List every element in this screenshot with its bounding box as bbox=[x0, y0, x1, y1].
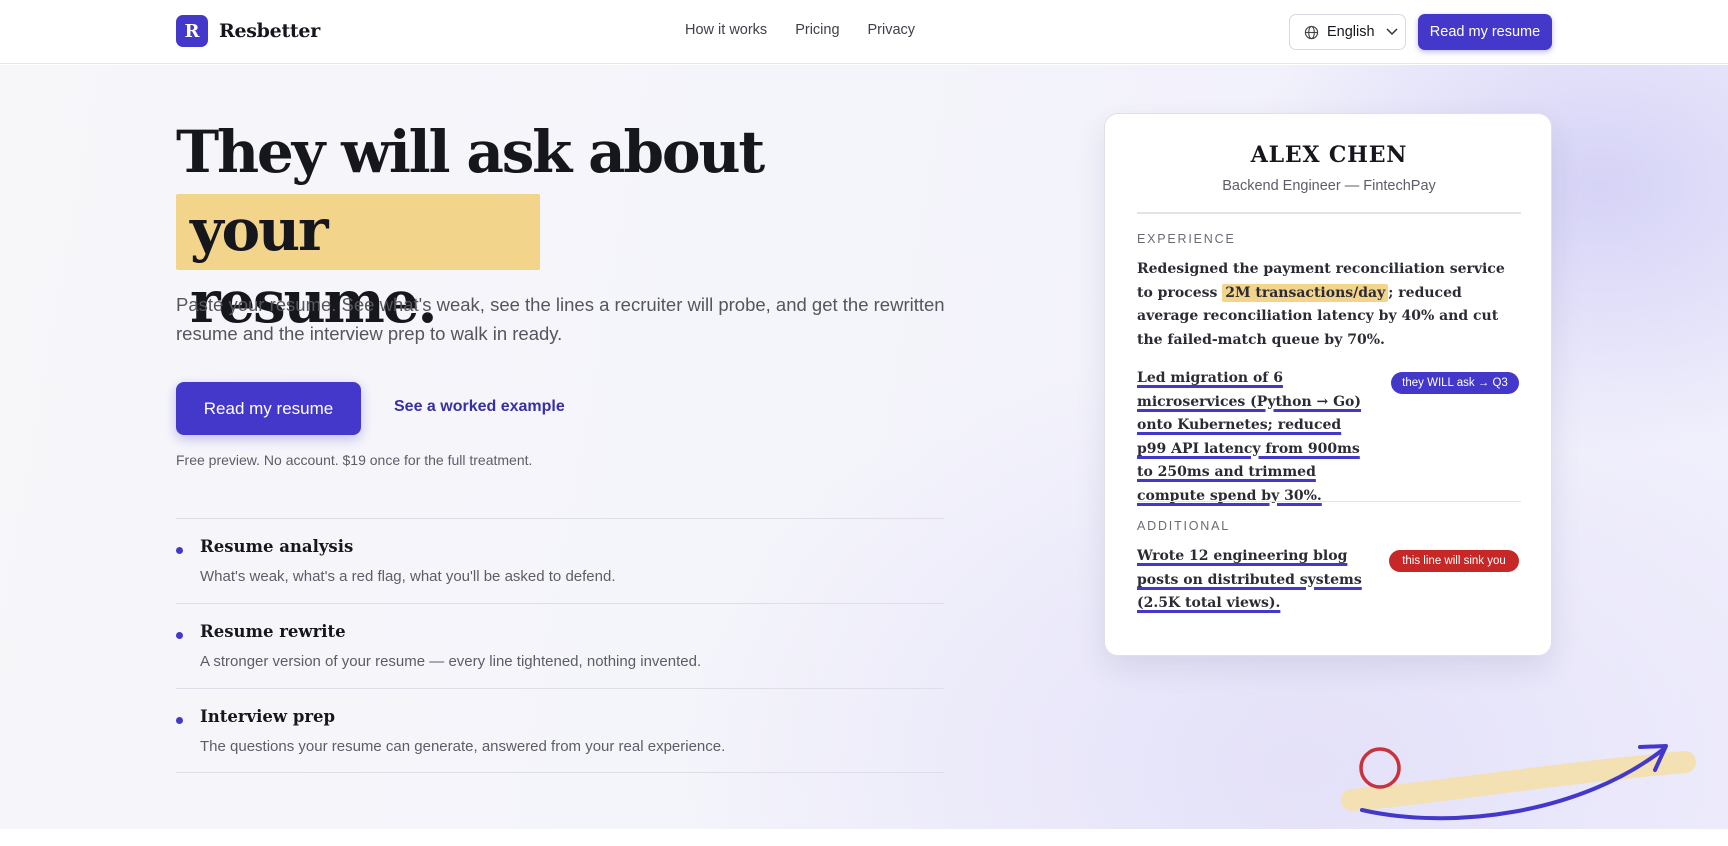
resume-preview-card: ALEX CHEN Backend Engineer — FintechPay … bbox=[1104, 113, 1552, 656]
nav-link-privacy[interactable]: Privacy bbox=[868, 22, 916, 38]
top-nav: R Resbetter How it works Pricing Privacy… bbox=[0, 0, 1728, 64]
section-heading-additional: ADDITIONAL bbox=[1137, 519, 1231, 533]
resume-bullet-migration: Led migration of 6 microservices (Python… bbox=[1137, 367, 1373, 508]
warning-tag: this line will sink you bbox=[1389, 550, 1519, 572]
feature-description: A stronger version of your resume — ever… bbox=[200, 653, 702, 670]
section-heading-experience: EXPERIENCE bbox=[1137, 232, 1236, 246]
bullet-dot-icon bbox=[176, 717, 183, 724]
resume-name: ALEX CHEN bbox=[1250, 142, 1408, 168]
globe-icon bbox=[1304, 25, 1319, 40]
nav-link-how-it-works[interactable]: How it works bbox=[685, 22, 767, 38]
resume-bullet-reconciliation: Redesigned the payment reconciliation se… bbox=[1137, 258, 1523, 352]
feature-description: What's weak, what's a red flag, what you… bbox=[200, 568, 616, 585]
language-label: English bbox=[1327, 24, 1375, 40]
hero-headline-line1: They will ask about bbox=[176, 118, 765, 186]
nav-links: How it works Pricing Privacy bbox=[685, 22, 915, 38]
bullet-dot-icon bbox=[176, 632, 183, 639]
scribble-arrow-decoration bbox=[1341, 744, 1696, 821]
brand-name: Resbetter bbox=[219, 20, 320, 42]
nav-read-resume-button[interactable]: Read my resume bbox=[1418, 14, 1552, 50]
brand-logo[interactable]: R Resbetter bbox=[176, 15, 320, 47]
underlined-line: Wrote 12 engineering blog posts on distr… bbox=[1137, 548, 1362, 611]
feature-item: Resume analysis What's weak, what's a re… bbox=[176, 518, 944, 603]
pricing-fine-print: Free preview. No account. $19 once for t… bbox=[176, 452, 533, 468]
language-select[interactable]: English bbox=[1289, 14, 1406, 50]
feature-title: Resume analysis bbox=[200, 537, 354, 556]
feature-title: Interview prep bbox=[200, 707, 336, 726]
highlighted-metric: 2M transactions/day bbox=[1222, 283, 1389, 302]
feature-description: The questions your resume can generate, … bbox=[200, 738, 726, 755]
feature-list: Resume analysis What's weak, what's a re… bbox=[176, 518, 944, 773]
divider bbox=[1137, 212, 1521, 214]
underlined-line: Led migration of 6 microservices (Python… bbox=[1137, 370, 1362, 504]
feature-item: Resume rewrite A stronger version of you… bbox=[176, 603, 944, 688]
brand-mark-icon: R bbox=[176, 15, 208, 47]
hero-headline-highlight: your resume. bbox=[176, 194, 540, 336]
hero-bottom-edge bbox=[0, 829, 1728, 846]
read-resume-button[interactable]: Read my resume bbox=[176, 382, 361, 435]
feature-title: Resume rewrite bbox=[200, 622, 346, 641]
divider bbox=[1137, 501, 1521, 502]
feature-item: Interview prep The questions your resume… bbox=[176, 688, 944, 773]
resume-bullet-blog: Wrote 12 engineering blog posts on distr… bbox=[1137, 545, 1367, 616]
probe-tag: they WILL ask → Q3 bbox=[1391, 372, 1519, 394]
worked-example-link[interactable]: See a worked example bbox=[394, 398, 565, 416]
hero-lead: Paste your resume. See what's weak, see … bbox=[176, 294, 945, 344]
chevron-down-icon bbox=[1386, 28, 1398, 36]
resume-role: Backend Engineer — FintechPay bbox=[1222, 178, 1436, 194]
bullet-dot-icon bbox=[176, 547, 183, 554]
nav-link-pricing[interactable]: Pricing bbox=[795, 22, 839, 38]
